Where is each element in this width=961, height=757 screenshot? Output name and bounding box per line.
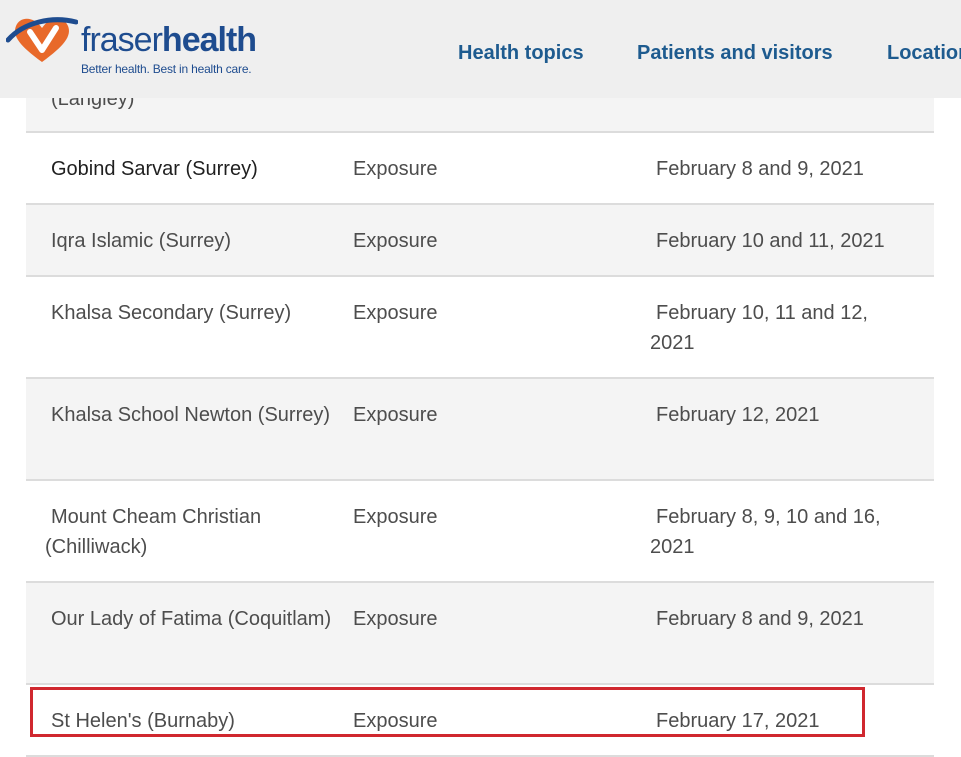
exposure-dates: February 10, 11 and 12, 2021 — [650, 302, 868, 354]
exposure-dates: February 12, 2021 — [656, 404, 820, 426]
heart-logo-icon — [6, 17, 78, 62]
notice-type: Exposure — [353, 404, 438, 426]
school-name: Mount Cheam Christian (Chilliwack) — [45, 506, 262, 558]
nav-health-topics[interactable]: Health topics — [458, 40, 584, 66]
table-row: Iqra Islamic (Surrey) Exposure February … — [26, 205, 934, 277]
school-name: Our Lady of Fatima (Coquitlam) — [51, 608, 332, 630]
notice-type: Exposure — [353, 302, 438, 324]
table-row: Khalsa Secondary (Surrey) Exposure Febru… — [26, 277, 934, 379]
notice-type: Exposure — [353, 158, 438, 180]
school-name: Iqra Islamic (Surrey) — [51, 230, 232, 252]
table-row: Gobind Sarvar (Surrey) Exposure February… — [26, 133, 934, 205]
nav-locations[interactable]: Locations — [887, 40, 961, 66]
school-name: Gobind Sarvar (Surrey) — [51, 158, 258, 180]
site-header: fraserhealth Better health. Best in heal… — [0, 0, 961, 98]
exposure-dates: February 8 and 9, 2021 — [656, 608, 864, 630]
notice-type: Exposure — [353, 608, 438, 630]
notice-type: Exposure — [353, 506, 438, 528]
notice-type: Exposure — [353, 230, 438, 252]
school-name: Khalsa Secondary (Surrey) — [51, 302, 292, 324]
exposure-dates: February 8 and 9, 2021 — [656, 158, 864, 180]
brand-name-bold: health — [161, 21, 257, 59]
nav-patients-and-visitors[interactable]: Patients and visitors — [637, 40, 833, 66]
table-row: Khalsa School Newton (Surrey) Exposure F… — [26, 379, 934, 481]
school-exposure-table: (Langley) Gobind Sarvar (Surrey) Exposur… — [26, 60, 934, 757]
table-row: Our Lady of Fatima (Coquitlam) Exposure … — [26, 583, 934, 685]
highlight-box — [30, 687, 865, 737]
school-name: Khalsa School Newton (Surrey) — [51, 404, 331, 426]
brand-name-light: fraser — [81, 21, 163, 59]
exposure-dates: February 10 and 11, 2021 — [656, 230, 885, 252]
brand-wordmark: fraserhealth — [81, 20, 257, 60]
fraserhealth-logo[interactable]: fraserhealth Better health. Best in heal… — [6, 10, 257, 80]
table-row: Mount Cheam Christian (Chilliwack) Expos… — [26, 481, 934, 583]
brand-tagline: Better health. Best in health care. — [81, 62, 252, 76]
exposure-dates: February 8, 9, 10 and 16, 2021 — [650, 506, 881, 558]
